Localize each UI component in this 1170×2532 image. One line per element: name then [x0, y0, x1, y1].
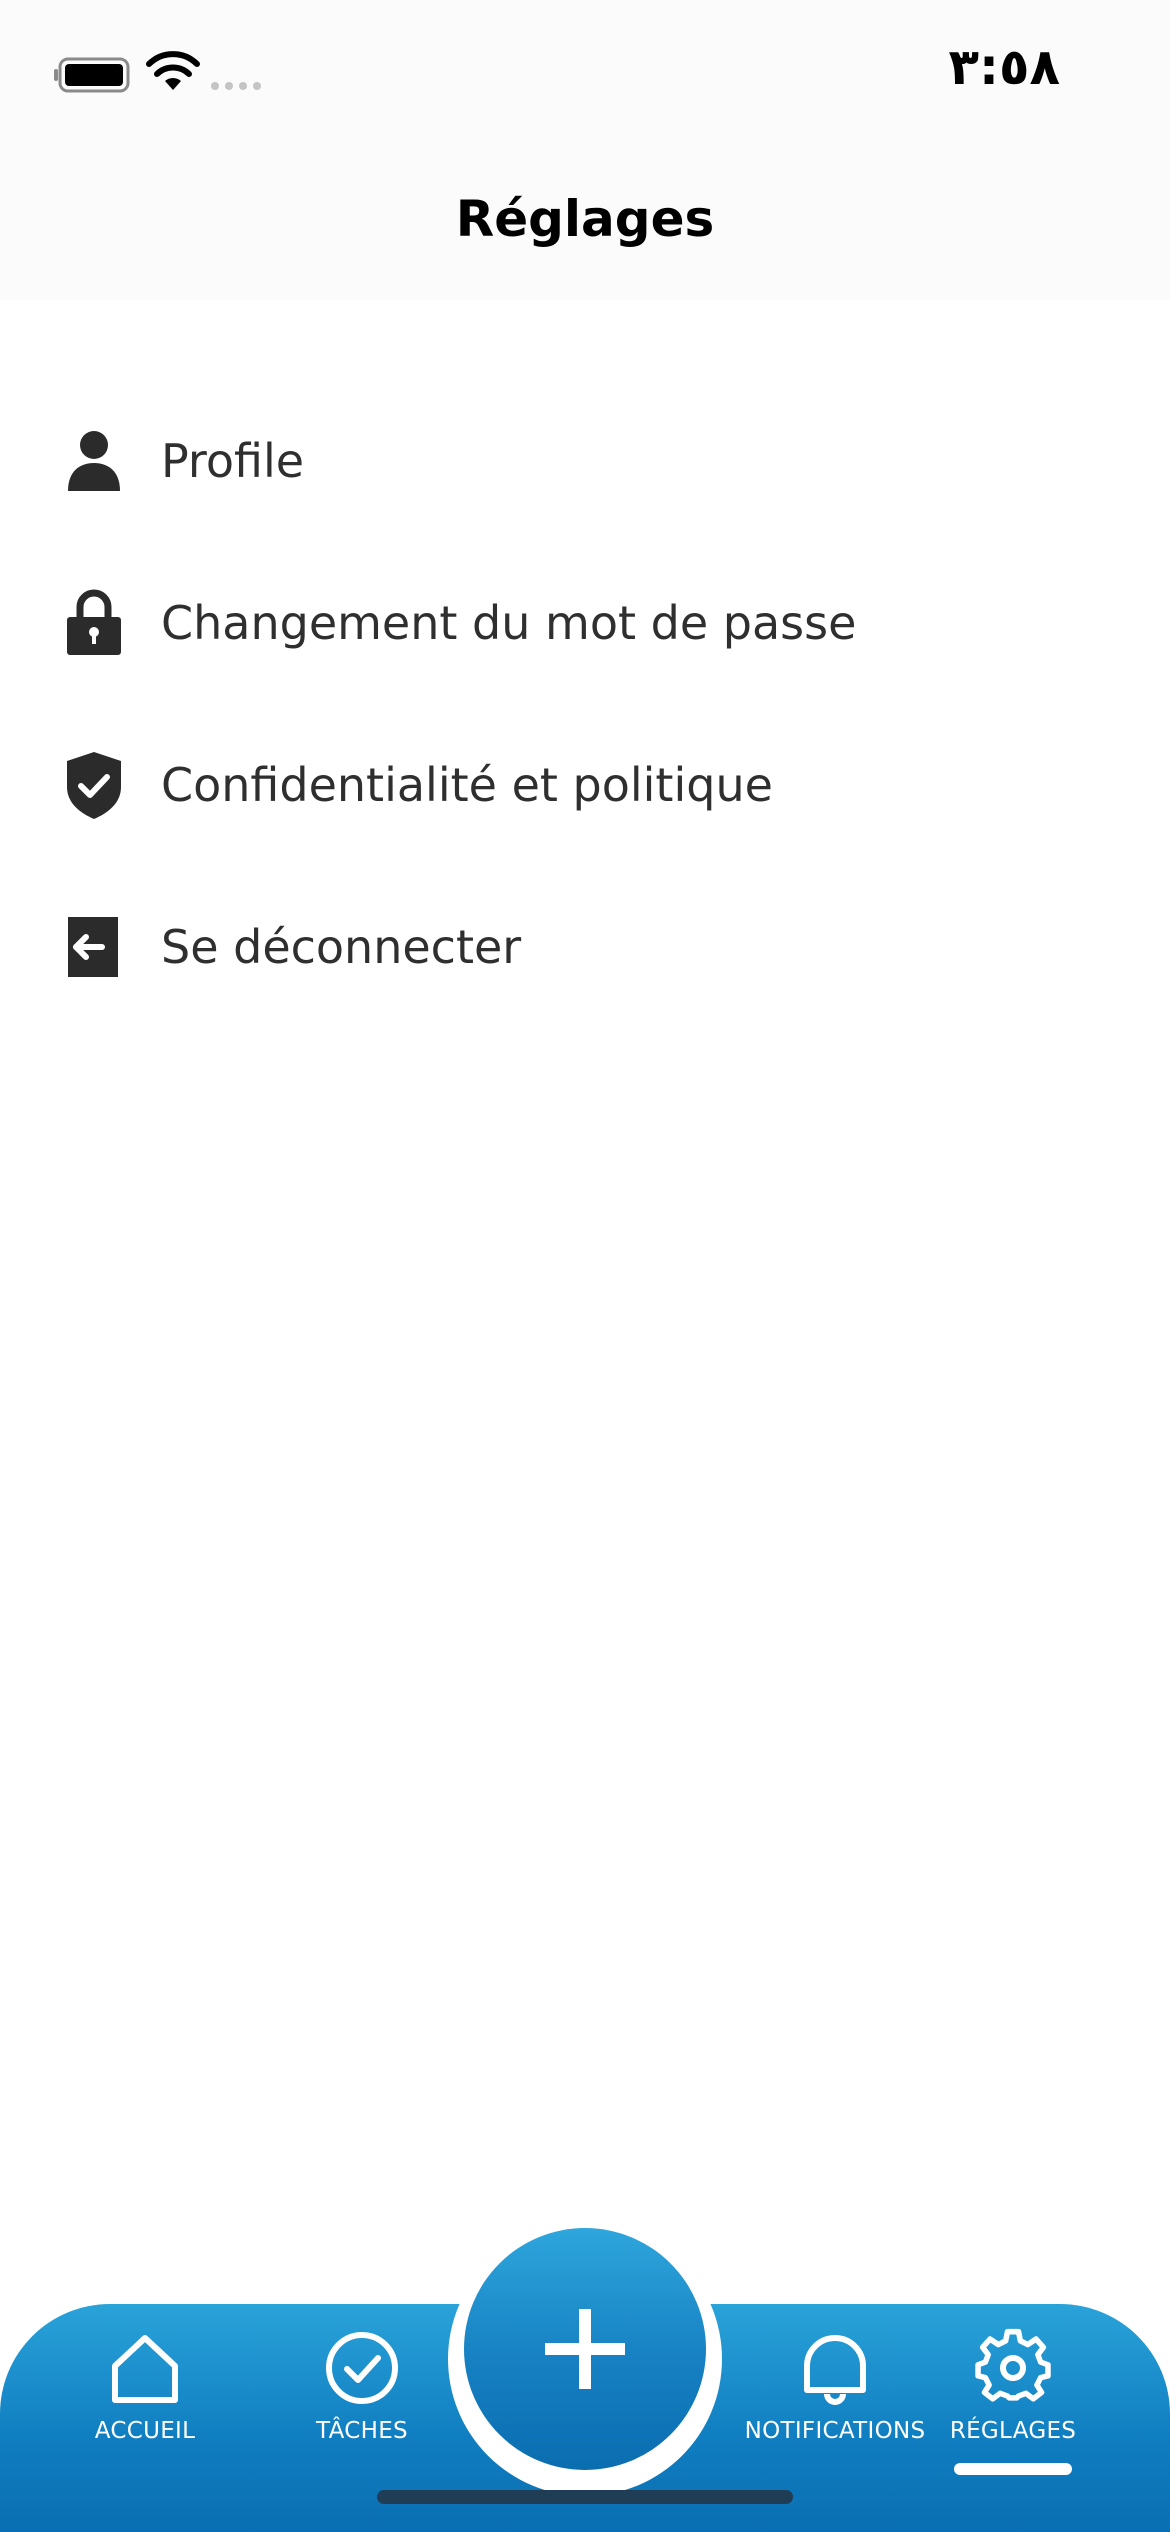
- gear-icon: [975, 2328, 1051, 2402]
- status-time: ٣:٥٨: [948, 38, 1060, 96]
- person-icon: [68, 431, 120, 491]
- active-tab-indicator: [954, 2463, 1072, 2475]
- settings-menu: Profile Changement du mot de passe Confi…: [0, 380, 1170, 1028]
- plus-icon: [545, 2309, 625, 2389]
- menu-item-label: Se déconnecter: [161, 920, 522, 974]
- navigation-bar: Réglages: [0, 140, 1170, 300]
- cellular-signal-icon: [211, 82, 261, 90]
- menu-item-label: Changement du mot de passe: [161, 596, 857, 650]
- tab-reglages[interactable]: RÉGLAGES: [913, 2320, 1113, 2470]
- menu-item-profile[interactable]: Profile: [0, 380, 1170, 542]
- lock-icon: [67, 589, 121, 655]
- logout-icon: [68, 917, 118, 977]
- tab-label: ACCUEIL: [94, 2418, 196, 2444]
- page-title: Réglages: [455, 190, 715, 248]
- shield-check-icon: [67, 752, 121, 819]
- battery-icon: [54, 57, 130, 93]
- home-icon: [112, 2335, 178, 2403]
- tab-notifications[interactable]: NOTIFICATIONS: [735, 2320, 935, 2470]
- add-button[interactable]: [464, 2228, 706, 2470]
- tab-label: RÉGLAGES: [949, 2418, 1077, 2444]
- tab-accueil[interactable]: ACCUEIL: [45, 2320, 245, 2470]
- menu-item-change-password[interactable]: Changement du mot de passe: [0, 542, 1170, 704]
- tab-taches[interactable]: TÂCHES: [262, 2320, 462, 2470]
- home-indicator: [377, 2490, 793, 2504]
- menu-item-label: Confidentialité et politique: [161, 758, 773, 812]
- status-bar: ٣:٥٨: [0, 0, 1170, 140]
- menu-item-privacy-policy[interactable]: Confidentialité et politique: [0, 704, 1170, 866]
- check-circle-icon: [326, 2332, 398, 2404]
- menu-item-label: Profile: [161, 434, 305, 488]
- bell-icon: [804, 2335, 866, 2405]
- tab-label: NOTIFICATIONS: [744, 2418, 926, 2444]
- menu-item-logout[interactable]: Se déconnecter: [0, 866, 1170, 1028]
- tab-label: TÂCHES: [316, 2418, 408, 2444]
- wifi-icon: [146, 51, 200, 90]
